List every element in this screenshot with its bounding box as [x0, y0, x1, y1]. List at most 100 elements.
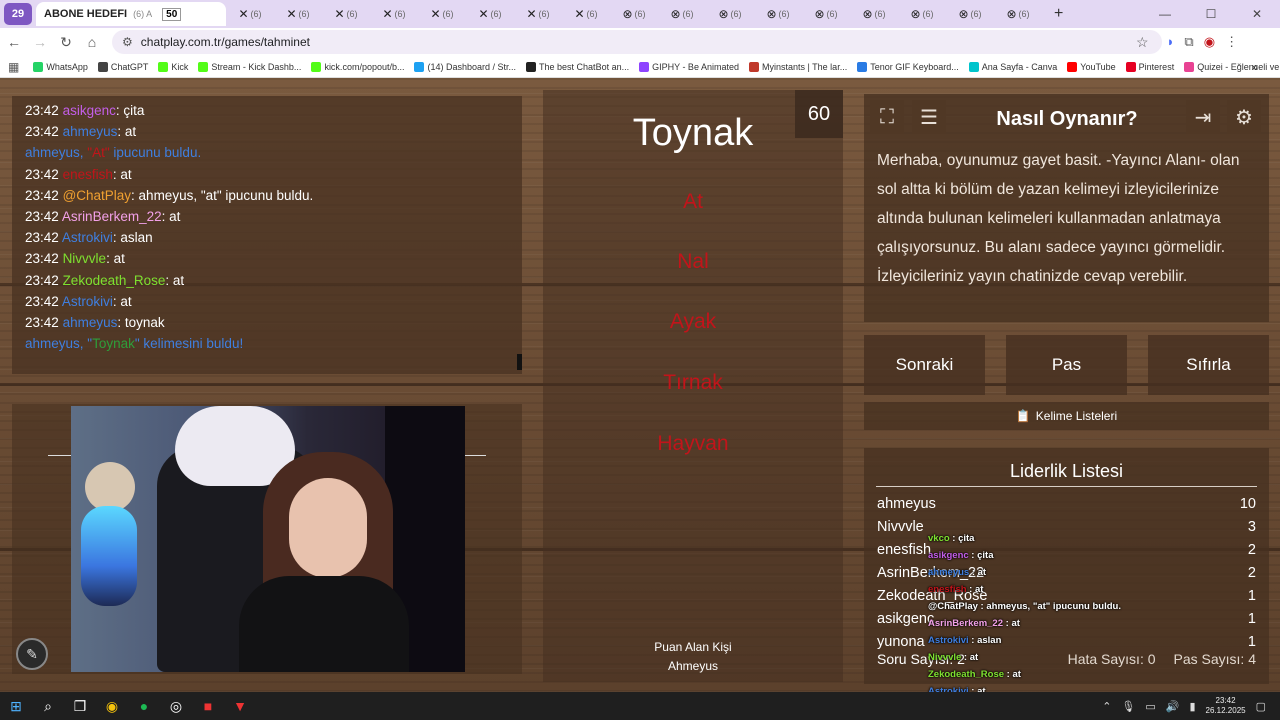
next-button[interactable]: Sonraki: [864, 335, 985, 395]
bookmark-item[interactable]: Kick: [158, 61, 188, 72]
tab-inactive[interactable]: ✕ (6): [466, 3, 514, 25]
tab-inactive[interactable]: ✕ (6): [514, 3, 562, 25]
record-app-icon[interactable]: ■: [192, 692, 224, 720]
chat-username[interactable]: @ChatPlay: [63, 188, 131, 203]
chat-username[interactable]: AsrinBerkem_22: [62, 209, 162, 224]
app-icon[interactable]: ▼: [224, 692, 256, 720]
tab-inactive[interactable]: ✕ (6): [418, 3, 466, 25]
bookmark-item[interactable]: kick.com/popout/b...: [311, 61, 404, 72]
word-card: 60 Toynak At Nal Ayak Tırnak Hayvan Puan…: [543, 90, 843, 682]
network-icon[interactable]: ▭: [1145, 700, 1155, 713]
forbidden-word: Ayak: [669, 310, 717, 333]
bookmark-item[interactable]: ChatGPT: [97, 61, 148, 72]
chat-scrollbar[interactable]: [517, 354, 522, 370]
pen-icon[interactable]: ✎: [16, 638, 48, 670]
tab-inactive[interactable]: ✕ (6): [274, 3, 322, 25]
bookmark-item[interactable]: Quizei - Eğlenceli ve...: [1184, 61, 1280, 72]
chat-username[interactable]: Zekodeath_Rose: [63, 273, 166, 288]
bookmark-item[interactable]: The best ChatBot an...: [526, 61, 629, 72]
bookmark-item[interactable]: GIPHY - Be Animated: [639, 61, 739, 72]
bookmark-item[interactable]: Stream - Kick Dashb...: [198, 61, 301, 72]
overlay-chat-message: Astrokivi : aslan: [928, 632, 1128, 649]
tab-inactive[interactable]: ⊗ (6): [946, 3, 994, 25]
bookmark-item[interactable]: WhatsApp: [33, 61, 88, 72]
inactive-tabs: ✕ (6) ✕ (6) ✕ (6) ✕ (6) ✕ (6) ✕ (6) ✕ (6) ✕ (6) ⊗ (6) ⊗ (6)…: [226, 3, 1042, 25]
bookmarks-overflow-icon[interactable]: »: [1251, 60, 1258, 74]
bookmark-item[interactable]: Tenor GIF Keyboard...: [857, 61, 959, 72]
back-icon[interactable]: ←: [2, 34, 26, 50]
chat-username[interactable]: enesfish: [63, 167, 113, 182]
search-icon[interactable]: ⌕: [32, 692, 64, 720]
tab-inactive[interactable]: ⊗ (6): [898, 3, 946, 25]
how-to-play-title: Nasıl Oynanır?: [996, 108, 1138, 130]
new-tab-icon[interactable]: +: [1054, 5, 1063, 23]
notes-icon[interactable]: ☰: [912, 100, 946, 134]
tab-favicon-icon: ⊗: [910, 7, 921, 21]
bookmark-star-icon[interactable]: ☆: [1136, 34, 1149, 51]
tab-inactive[interactable]: ✕ (6): [226, 3, 274, 25]
tab-group-count[interactable]: 29: [4, 3, 32, 25]
tab-inactive[interactable]: ⊗ (6): [706, 3, 754, 25]
bookmark-item[interactable]: Pinterest: [1125, 61, 1174, 72]
windows-start-icon[interactable]: ⊞: [0, 692, 32, 720]
tab-favicon-icon: ⊗: [814, 7, 825, 21]
battery-icon[interactable]: ▮: [1189, 700, 1195, 713]
bookmark-item[interactable]: Myinstants | The lar...: [748, 61, 847, 72]
bookmark-item[interactable]: (14) Dashboard / Str...: [414, 61, 516, 72]
tab-inactive[interactable]: ⊗ (6): [994, 3, 1042, 25]
close-window-icon[interactable]: ✕: [1234, 0, 1280, 28]
tab-inactive[interactable]: ⊗ (6): [802, 3, 850, 25]
minimize-icon[interactable]: —: [1142, 0, 1188, 28]
chat-username[interactable]: asikgenc: [63, 103, 116, 118]
tab-inactive[interactable]: ✕ (6): [562, 3, 610, 25]
apps-grid-icon[interactable]: ▦: [8, 60, 19, 74]
tab-inactive[interactable]: ⊗ (6): [610, 3, 658, 25]
chat-message: 23:42 @ChatPlay: ahmeyus, "at" ipucunu b…: [25, 185, 509, 206]
spotify-icon[interactable]: ●: [128, 692, 160, 720]
url-field[interactable]: ⚙ chatplay.com.tr/games/tahminet: [112, 30, 1162, 54]
tab-inactive[interactable]: ✕ (6): [322, 3, 370, 25]
extensions-puzzle-icon[interactable]: ⧉: [1184, 34, 1193, 50]
chat-username[interactable]: ahmeyus: [63, 124, 118, 139]
player-score: 1: [1247, 588, 1256, 604]
tab-inactive[interactable]: ⊗ (6): [850, 3, 898, 25]
mic-icon[interactable]: 🎙: [1121, 700, 1135, 713]
clock[interactable]: 23:42 26.12.2025: [1206, 696, 1246, 716]
home-icon[interactable]: ⌂: [80, 34, 104, 50]
chat-username[interactable]: Astrokivi: [62, 230, 113, 245]
obs-icon[interactable]: ◎: [160, 692, 192, 720]
pass-button[interactable]: Pas: [1006, 335, 1127, 395]
bookmark-favicon-icon: [33, 61, 44, 72]
task-view-icon[interactable]: ❐: [64, 692, 96, 720]
bookmark-favicon-icon: [526, 61, 537, 72]
extension-icon[interactable]: ◗: [1167, 34, 1175, 50]
notifications-icon[interactable]: ▢: [1256, 700, 1266, 713]
bookmark-label: GIPHY - Be Animated: [652, 61, 739, 72]
chat-username[interactable]: Nivvvle: [63, 251, 107, 266]
tray-overflow-icon[interactable]: ⌃: [1102, 700, 1111, 713]
chat-username[interactable]: Astrokivi: [62, 294, 113, 309]
logout-icon[interactable]: ⇥: [1186, 100, 1220, 134]
chrome-icon[interactable]: ◉: [96, 692, 128, 720]
tab-inactive[interactable]: ⊗ (6): [658, 3, 706, 25]
word-lists-button[interactable]: 📋 Kelime Listeleri: [864, 402, 1269, 430]
leaderboard-title: Liderlik Listesi: [1009, 461, 1124, 481]
bookmark-item[interactable]: YouTube: [1067, 61, 1116, 72]
maximize-icon[interactable]: ☐: [1188, 0, 1234, 28]
forward-icon[interactable]: →: [28, 34, 52, 50]
volume-icon[interactable]: 🔊: [1166, 700, 1180, 713]
gear-icon[interactable]: ⚙: [1227, 100, 1261, 134]
tab-active[interactable]: ABONE HEDEFI (6) A 50: [36, 2, 226, 26]
profile-icon[interactable]: ◉: [1204, 34, 1215, 50]
overlay-chat: vkco : çita asikgenc : çita ahmeyus : at en…: [928, 530, 1128, 702]
reset-button[interactable]: Sıfırla: [1148, 335, 1269, 395]
bookmark-favicon-icon: [748, 61, 759, 72]
bookmark-item[interactable]: Ana Sayfa - Canva: [968, 61, 1057, 72]
tab-inactive[interactable]: ⊗ (6): [754, 3, 802, 25]
menu-dots-icon[interactable]: ⋮: [1225, 34, 1238, 50]
chat-username[interactable]: ahmeyus: [63, 315, 118, 330]
reload-icon[interactable]: ↻: [54, 34, 78, 51]
tab-inactive[interactable]: ✕ (6): [370, 3, 418, 25]
fullscreen-icon[interactable]: ⛶: [870, 100, 904, 134]
site-info-icon[interactable]: ⚙: [122, 35, 133, 49]
